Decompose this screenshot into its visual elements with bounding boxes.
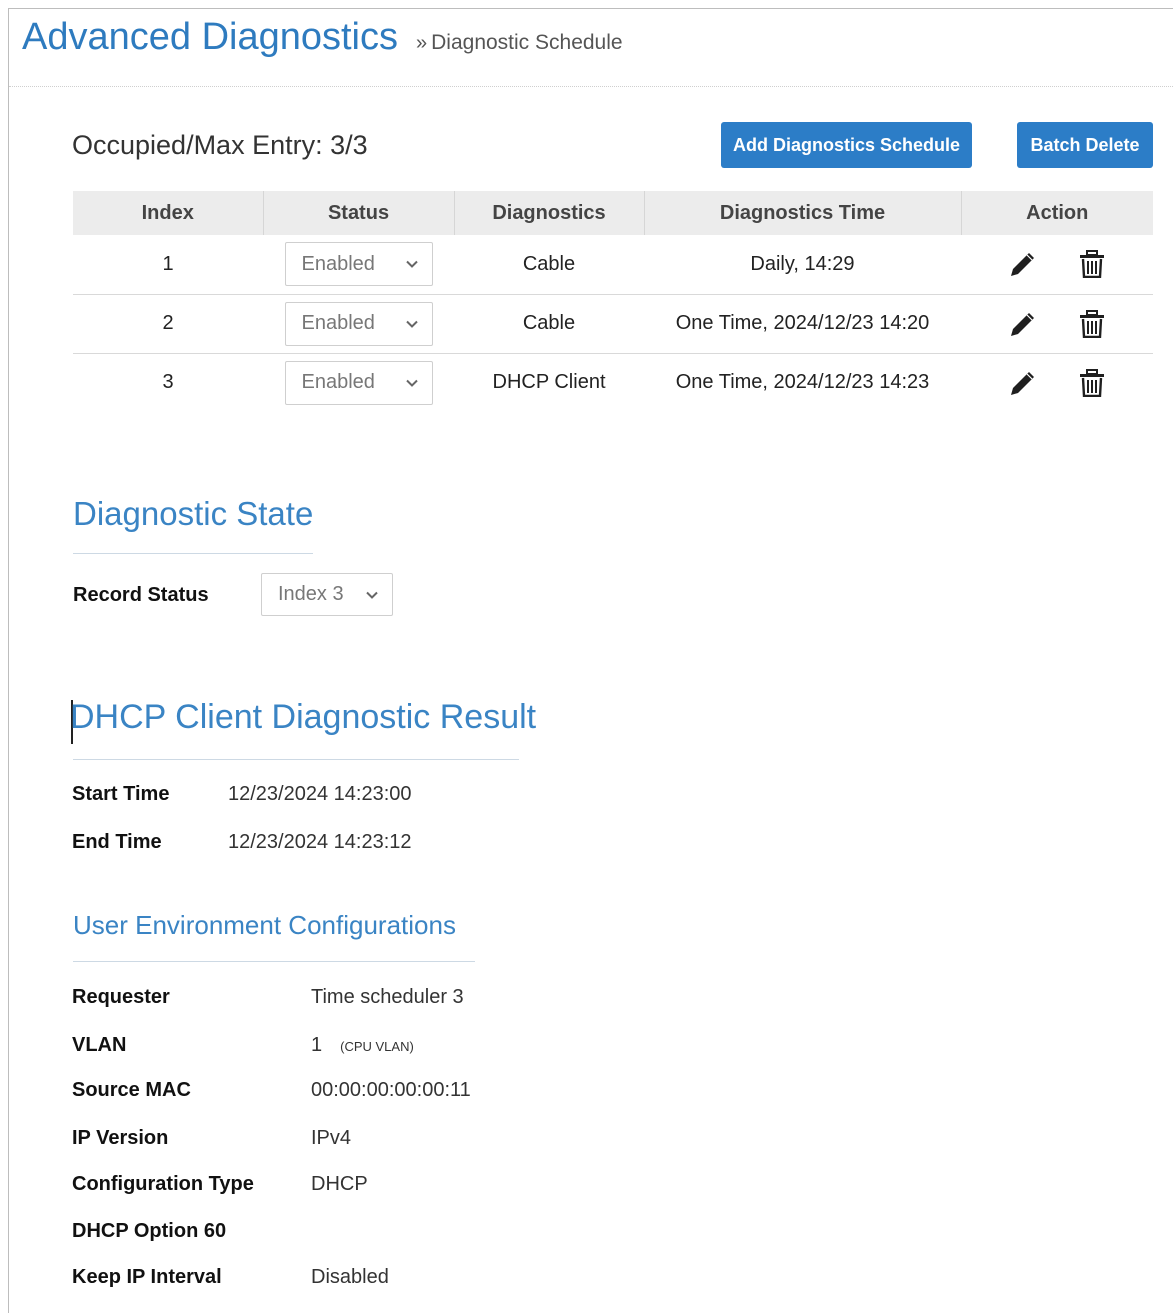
schedule-table: Index Status Diagnostics Diagnostics Tim…: [73, 191, 1153, 412]
table-row: 3 Enabled DHCP Client One Time, 2024/12/…: [73, 353, 1153, 412]
cell-action: [961, 294, 1153, 354]
cell-action: [961, 353, 1153, 412]
record-status-select[interactable]: Index 3: [261, 573, 393, 616]
column-header-status: Status: [263, 191, 455, 235]
add-diagnostics-schedule-button[interactable]: Add Diagnostics Schedule: [721, 122, 972, 168]
cell-diagnostics: Cable: [454, 235, 644, 295]
end-time-value: 12/23/2024 14:23:12: [228, 831, 412, 853]
configuration-type-value: DHCP: [311, 1173, 368, 1195]
chevron-down-icon: [405, 379, 418, 387]
dhcp-option-60-label: DHCP Option 60: [72, 1220, 227, 1242]
status-select-value: Enabled: [301, 312, 375, 334]
section-divider: [73, 553, 313, 554]
status-select[interactable]: Enabled: [284, 301, 433, 346]
requester-label: Requester: [72, 986, 170, 1008]
start-time-label: Start Time: [72, 783, 170, 805]
page-title: Advanced Diagnostics: [22, 16, 398, 58]
header-divider: [9, 86, 1173, 87]
requester-value: Time scheduler 3: [311, 986, 464, 1008]
vlan-note: (CPU VLAN): [340, 1039, 414, 1054]
vlan-label: VLAN: [72, 1034, 127, 1056]
status-select-value: Enabled: [301, 371, 375, 394]
edit-pencil-icon[interactable]: [1009, 310, 1035, 338]
keep-ip-interval-label: Keep IP Interval: [72, 1266, 222, 1288]
chevron-down-icon: [405, 261, 418, 269]
table-row: 2 Enabled Cable One Time, 2024/12/23 14:…: [73, 294, 1153, 354]
trash-icon[interactable]: [1079, 309, 1105, 338]
record-status-label: Record Status: [73, 584, 209, 606]
edit-pencil-icon[interactable]: [1009, 369, 1035, 397]
batch-delete-button[interactable]: Batch Delete: [1017, 122, 1153, 168]
diagnostic-state-title: Diagnostic State: [73, 495, 314, 532]
end-time-label: End Time: [72, 831, 162, 853]
user-environment-title: User Environment Configurations: [73, 910, 456, 940]
ip-version-value: IPv4: [311, 1127, 352, 1149]
breadcrumb-separator: »: [416, 32, 428, 54]
section-divider: [73, 759, 519, 760]
chevron-down-icon: [366, 591, 378, 599]
record-status-value: Index 3: [278, 583, 344, 605]
cell-action: [961, 235, 1153, 295]
breadcrumb: Diagnostic Schedule: [431, 31, 623, 54]
cell-status: Enabled: [263, 353, 454, 412]
cell-status: Enabled: [263, 235, 454, 295]
cell-diagnostics: DHCP Client: [492, 371, 606, 394]
column-header-diagnostics-time: Diagnostics Time: [644, 191, 962, 235]
status-select[interactable]: Enabled: [284, 242, 433, 287]
cell-index: 3: [162, 371, 174, 394]
section-divider: [73, 961, 475, 962]
column-header-diagnostics: Diagnostics: [454, 191, 645, 235]
edit-pencil-icon[interactable]: [1009, 250, 1035, 278]
table-header-row: Index Status Diagnostics Diagnostics Tim…: [73, 191, 1153, 235]
page-header: Advanced Diagnostics » Diagnostic Schedu…: [22, 16, 623, 66]
column-header-action: Action: [961, 191, 1153, 235]
status-select[interactable]: Enabled: [284, 360, 433, 405]
cell-diagnostics-time: One Time, 2024/12/23 14:20: [644, 294, 961, 354]
source-mac-label: Source MAC: [72, 1079, 191, 1101]
cell-diagnostics-time: One Time, 2024/12/23 14:23: [675, 371, 930, 394]
trash-icon[interactable]: [1079, 368, 1105, 397]
vlan-value: 1: [311, 1034, 323, 1056]
table-row: 1 Enabled Cable Daily, 14:29: [73, 235, 1153, 295]
entry-count: Occupied/Max Entry: 3/3: [72, 130, 368, 160]
status-select-value: Enabled: [301, 252, 375, 275]
chevron-down-icon: [405, 320, 418, 328]
column-header-index: Index: [73, 191, 264, 235]
cell-diagnostics: Cable: [454, 294, 644, 354]
ip-version-label: IP Version: [72, 1127, 169, 1149]
source-mac-value: 00:00:00:00:00:11: [311, 1079, 471, 1101]
trash-icon[interactable]: [1079, 250, 1105, 279]
cell-index: 2: [73, 294, 263, 354]
keep-ip-interval-value: Disabled: [311, 1266, 389, 1288]
start-time-value: 12/23/2024 14:23:00: [228, 783, 412, 805]
vlan-value-row: 1 (CPU VLAN): [311, 1034, 414, 1057]
cell-index: 1: [73, 235, 263, 295]
dhcp-client-result-title: DHCP Client Diagnostic Result: [70, 698, 537, 736]
cell-status: Enabled: [263, 294, 454, 354]
cell-diagnostics-time: Daily, 14:29: [644, 235, 961, 295]
configuration-type-label: Configuration Type: [72, 1173, 254, 1195]
